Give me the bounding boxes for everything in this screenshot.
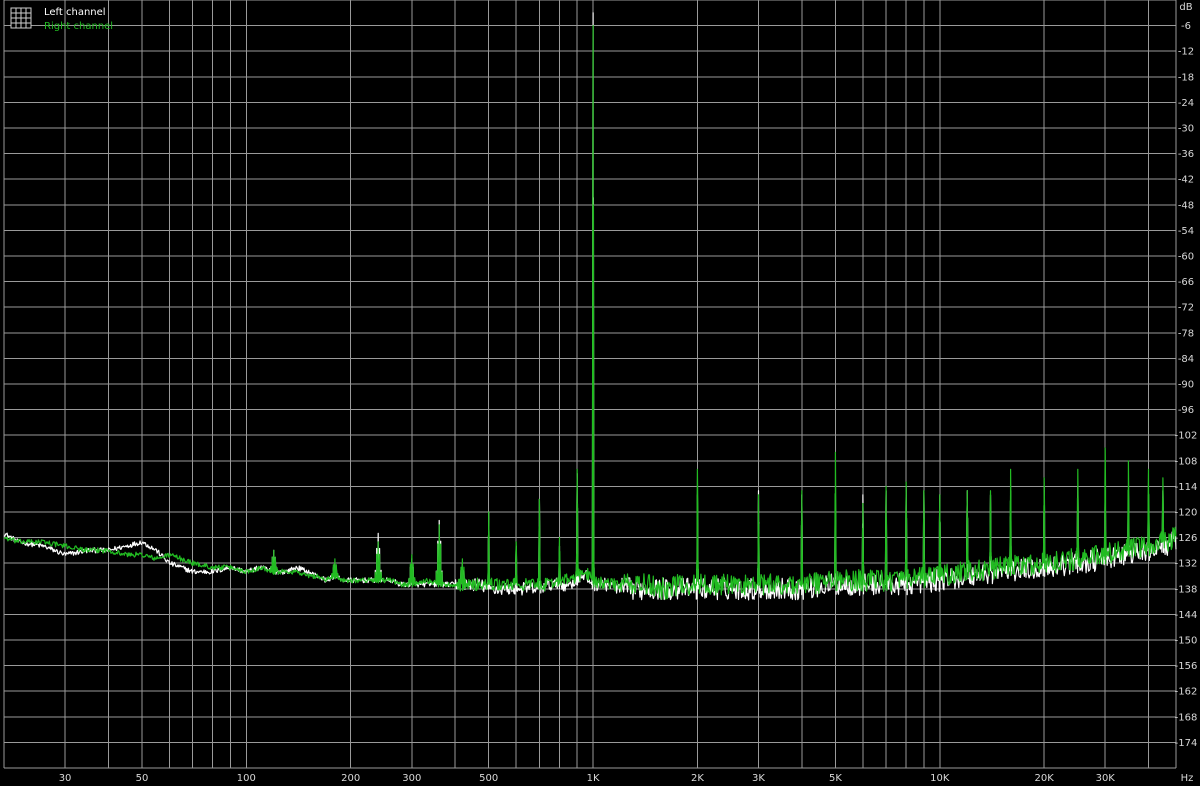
x-tick-label: 5K <box>829 773 842 784</box>
x-tick-label: 200 <box>341 773 360 784</box>
legend-right-channel: Right channel <box>44 21 113 32</box>
y-tick-label: -78 <box>1178 328 1194 339</box>
x-tick-label: 500 <box>479 773 498 784</box>
y-tick-label: -48 <box>1178 200 1194 211</box>
y-tick-label: -90 <box>1178 380 1194 391</box>
y-tick-label: -72 <box>1178 303 1194 314</box>
y-tick-label: -18 <box>1178 72 1194 83</box>
y-tick-label: -138 <box>1175 584 1198 595</box>
x-tick-label: 30K <box>1096 773 1116 784</box>
y-tick-label: -36 <box>1178 149 1194 160</box>
y-tick-label: -108 <box>1175 456 1198 467</box>
x-tick-label: 2K <box>691 773 704 784</box>
y-tick-label: -102 <box>1175 431 1198 442</box>
y-tick-label: -30 <box>1178 124 1194 135</box>
y-tick-label: -132 <box>1175 559 1198 570</box>
y-axis-ticks: -6 -12 -18 -24 -30 -36 -42 -48 -54 -60 -66 -72 -78 -8… <box>1175 21 1198 749</box>
y-tick-label: -168 <box>1175 712 1198 723</box>
spectrum-chart: -6 -12 -18 -24 -30 -36 -42 -48 -54 -60 -66 -72 -78 -8… <box>0 0 1200 786</box>
y-tick-label: -162 <box>1175 687 1198 698</box>
chart-background <box>0 0 1200 786</box>
x-tick-label: 10K <box>930 773 950 784</box>
y-tick-label: -84 <box>1178 354 1194 365</box>
x-tick-label: 20K <box>1035 773 1055 784</box>
y-tick-label: -6 <box>1181 21 1191 32</box>
y-tick-label: -144 <box>1175 610 1198 621</box>
x-tick-label: 3K <box>752 773 765 784</box>
y-tick-label: -114 <box>1175 482 1198 493</box>
y-tick-label: -60 <box>1178 252 1194 263</box>
x-tick-label: 300 <box>402 773 421 784</box>
legend-left-channel: Left channel <box>44 7 106 18</box>
y-tick-label: -66 <box>1178 277 1194 288</box>
y-tick-label: -42 <box>1178 175 1194 186</box>
x-tick-label: 100 <box>237 773 256 784</box>
x-tick-label: 30 <box>59 773 72 784</box>
y-unit-label: dB <box>1179 2 1192 13</box>
y-tick-label: -174 <box>1175 738 1198 749</box>
x-unit-label: Hz <box>1181 773 1194 784</box>
x-tick-label: 50 <box>136 773 149 784</box>
y-tick-label: -54 <box>1178 226 1194 237</box>
y-tick-label: -96 <box>1178 405 1194 416</box>
y-tick-label: -12 <box>1178 47 1194 58</box>
y-tick-label: -126 <box>1175 533 1198 544</box>
y-tick-label: -24 <box>1178 98 1194 109</box>
y-tick-label: -156 <box>1175 661 1198 672</box>
x-tick-label: 1K <box>587 773 600 784</box>
y-tick-label: -150 <box>1175 636 1198 647</box>
y-tick-label: -120 <box>1175 508 1198 519</box>
